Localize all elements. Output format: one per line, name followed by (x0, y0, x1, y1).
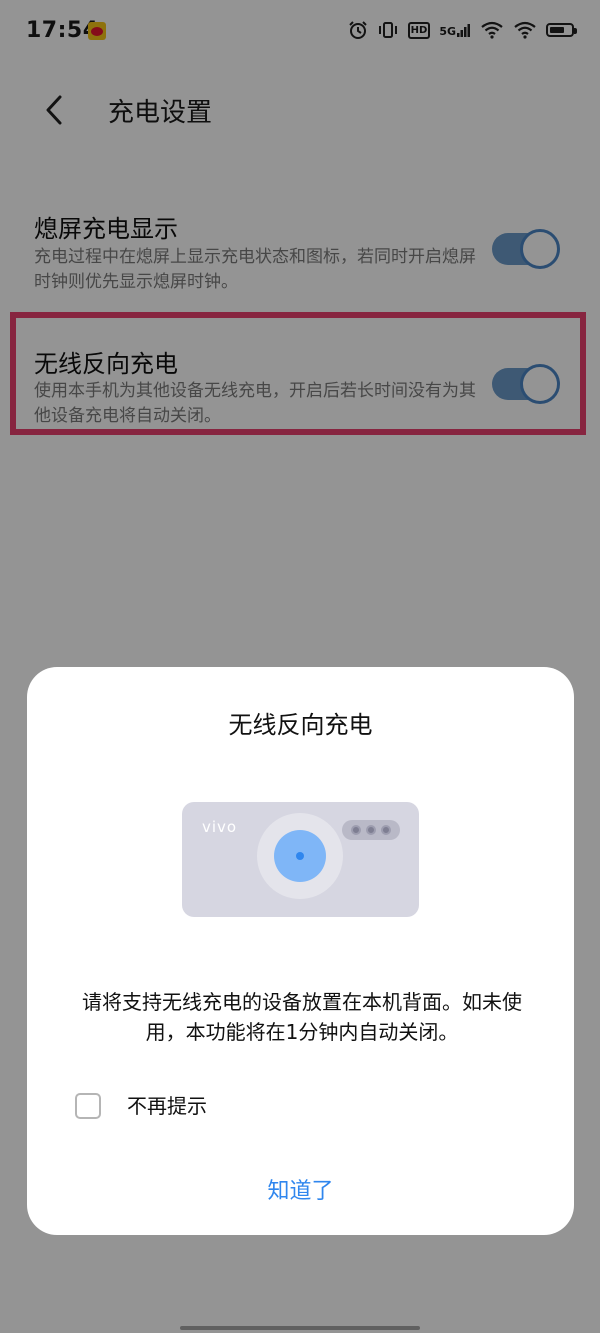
got-it-button[interactable]: 知道了 (177, 1172, 424, 1212)
camera-module-icon (342, 820, 400, 840)
dialog-title: 无线反向充电 (228, 711, 373, 739)
charging-center-dot (296, 852, 304, 860)
brand-logo: vivo (202, 818, 238, 836)
phone-back-illustration: vivo (182, 802, 419, 917)
checkbox-label[interactable]: 不再提示 (127, 1093, 207, 1119)
dialog-message: 请将支持无线充电的设备放置在本机背面。如未使用，本功能将在1分钟内自动关闭。 (82, 990, 522, 1044)
dont-show-again-checkbox[interactable] (75, 1093, 101, 1119)
home-indicator[interactable] (180, 1326, 420, 1330)
reverse-charging-dialog: 无线反向充电 vivo 请将支持无线充电的设备放置在本机背面。如未使用，本功能将… (27, 667, 574, 1235)
